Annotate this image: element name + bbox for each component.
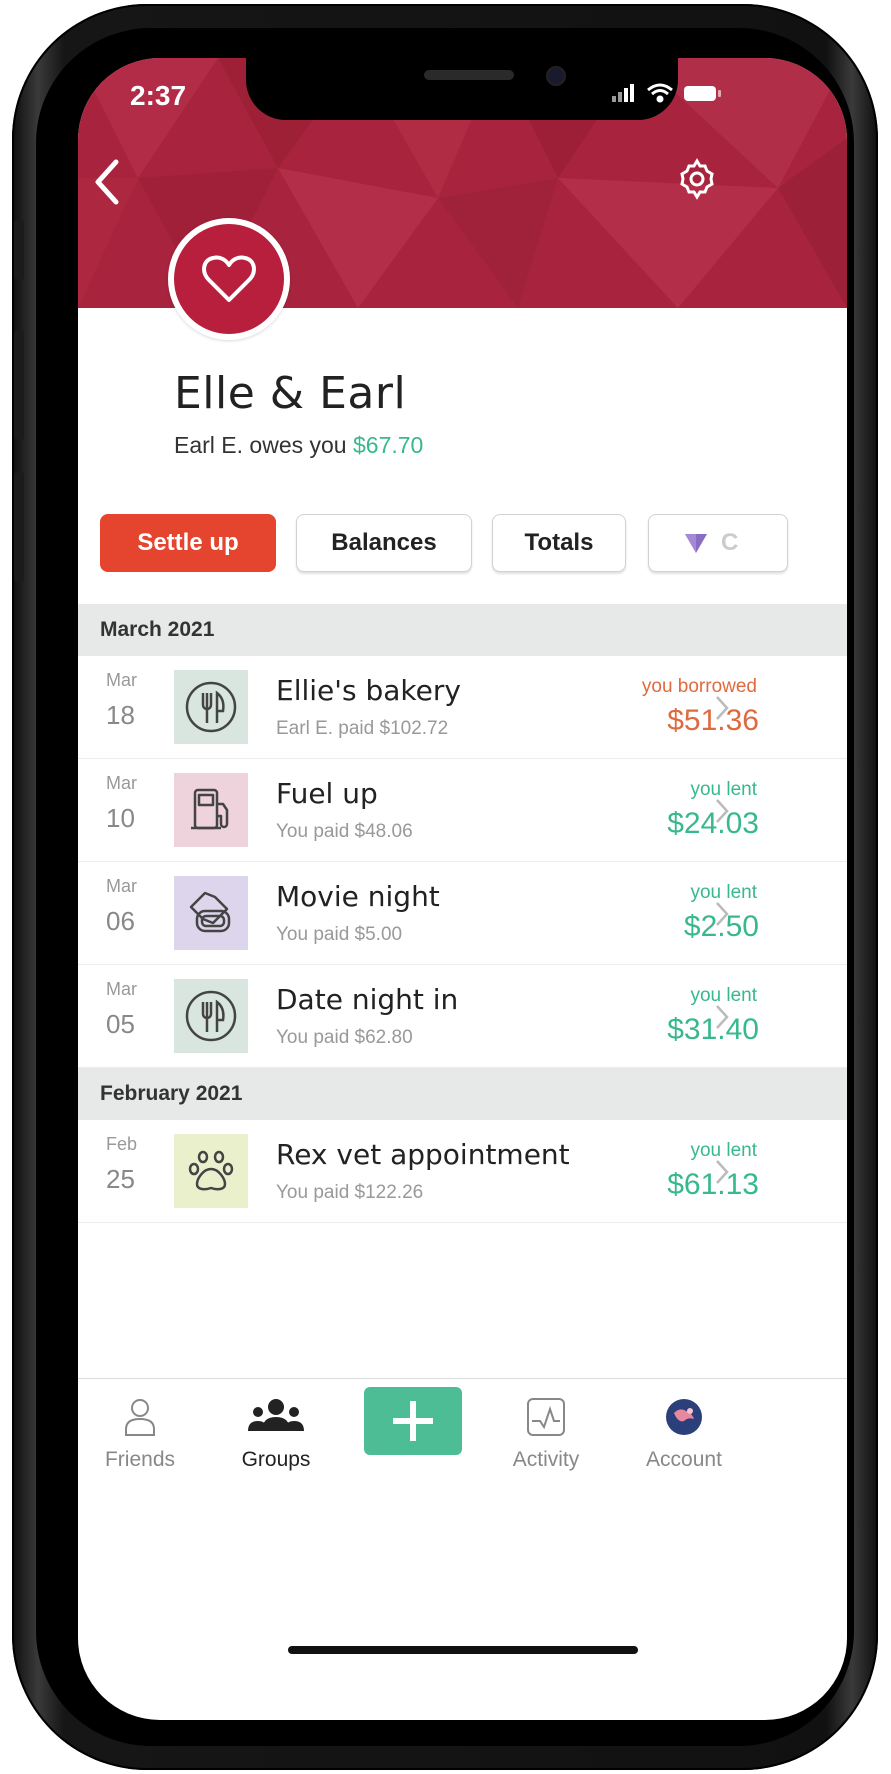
tab-activity-label: Activity xyxy=(512,1448,580,1471)
cutlery-icon xyxy=(185,990,237,1042)
chevron-right-icon xyxy=(716,696,729,720)
back-button[interactable] xyxy=(84,154,130,210)
expense-title: Movie night xyxy=(276,880,440,913)
phone-mute-switch xyxy=(14,220,24,280)
tab-friends-label: Friends xyxy=(104,1448,176,1471)
tab-groups-label: Groups xyxy=(241,1448,311,1471)
group-avatar xyxy=(168,218,290,340)
status-icons xyxy=(612,83,721,103)
expense-row[interactable]: Mar 10 Fuel up You paid $48.06 you lent … xyxy=(78,759,847,862)
expense-month: Mar xyxy=(106,773,137,793)
status-time: 2:37 xyxy=(130,80,187,111)
expense-title: Fuel up xyxy=(276,777,378,810)
expense-day: 25 xyxy=(106,1164,135,1194)
expense-title: Rex vet appointment xyxy=(276,1138,570,1171)
expense-day: 05 xyxy=(106,1009,135,1039)
expense-category xyxy=(174,773,248,847)
group-icon xyxy=(248,1399,304,1431)
expense-status: you borrowed xyxy=(641,676,757,697)
person-icon xyxy=(125,1399,155,1436)
expense-month: Mar xyxy=(106,979,137,999)
chevron-right-icon xyxy=(716,1005,729,1029)
cutlery-icon xyxy=(185,681,237,733)
fuel-pump-icon xyxy=(191,788,229,830)
tab-groups[interactable]: Groups xyxy=(216,1397,336,1472)
group-actions: Settle up Balances Totals C xyxy=(100,514,847,576)
diamond-icon xyxy=(685,534,707,553)
expense-category xyxy=(174,876,248,950)
battery-icon xyxy=(684,86,721,101)
expense-payer: You paid $5.00 xyxy=(276,924,403,945)
expense-category xyxy=(174,670,248,744)
expense-title: Ellie's bakery xyxy=(276,674,461,707)
expense-row[interactable]: Mar 18 Ellie's bakery Earl E. paid $102.… xyxy=(78,656,847,759)
expense-payer: You paid $122.26 xyxy=(276,1182,424,1203)
expense-month: Mar xyxy=(106,670,137,690)
totals-button[interactable]: Totals xyxy=(492,514,626,572)
expense-category xyxy=(174,1134,248,1208)
month-header: February 2021 xyxy=(78,1068,847,1120)
heart-icon xyxy=(202,255,256,302)
charts-button[interactable]: C xyxy=(648,514,788,572)
chevron-right-icon xyxy=(716,799,729,823)
activity-icon xyxy=(527,1398,565,1436)
balances-button[interactable]: Balances xyxy=(296,514,472,572)
tickets-icon xyxy=(189,891,231,933)
expense-title: Date night in xyxy=(276,983,459,1016)
expense-row[interactable]: Mar 05 Date night in You paid $62.80 you… xyxy=(78,965,847,1068)
chevron-right-icon xyxy=(716,902,729,926)
signal-icon xyxy=(612,84,634,102)
expense-row[interactable]: Feb 25 Rex vet appointment You paid $122… xyxy=(78,1120,847,1223)
expense-category xyxy=(174,979,248,1053)
group-balance: Earl E. owes you $67.70 xyxy=(174,432,423,459)
tab-friends[interactable]: Friends xyxy=(80,1397,200,1472)
expense-payer: You paid $48.06 xyxy=(276,821,413,842)
balance-amount: $67.70 xyxy=(352,432,424,458)
chevron-right-icon xyxy=(716,1160,729,1184)
account-avatar-icon xyxy=(666,1399,702,1435)
tab-account[interactable]: Account xyxy=(624,1397,744,1472)
plus-icon xyxy=(393,1401,433,1441)
expense-day: 06 xyxy=(106,906,135,936)
settle-up-button[interactable]: Settle up xyxy=(100,514,276,572)
paw-icon xyxy=(188,1150,234,1191)
tab-account-label: Account xyxy=(646,1448,722,1471)
tab-activity[interactable]: Activity xyxy=(486,1397,606,1472)
expense-day: 10 xyxy=(106,803,135,833)
tab-bar: Friends Groups Activity Account xyxy=(78,1378,847,1579)
expense-month: Feb xyxy=(106,1134,138,1154)
home-indicator xyxy=(288,1646,638,1654)
app-screen: 2:37 Elle & Earl Earl E. owes you $67.70… xyxy=(78,58,847,1720)
phone-volume-up xyxy=(14,330,24,440)
phone-volume-down xyxy=(14,472,24,582)
expense-row[interactable]: Mar 06 Movie night You paid $5.00 you le… xyxy=(78,862,847,965)
expense-month: Mar xyxy=(106,876,137,896)
add-expense-button[interactable] xyxy=(364,1387,462,1455)
month-header: March 2021 xyxy=(78,604,847,656)
expense-day: 18 xyxy=(106,700,135,730)
charts-button-label: C xyxy=(721,529,739,556)
balance-text: Earl E. owes you xyxy=(174,432,347,458)
settings-gear-icon[interactable] xyxy=(674,156,720,202)
expense-payer: Earl E. paid $102.72 xyxy=(276,718,449,739)
group-name: Elle & Earl xyxy=(174,368,407,419)
expense-payer: You paid $62.80 xyxy=(276,1027,413,1048)
wifi-icon xyxy=(647,83,673,103)
